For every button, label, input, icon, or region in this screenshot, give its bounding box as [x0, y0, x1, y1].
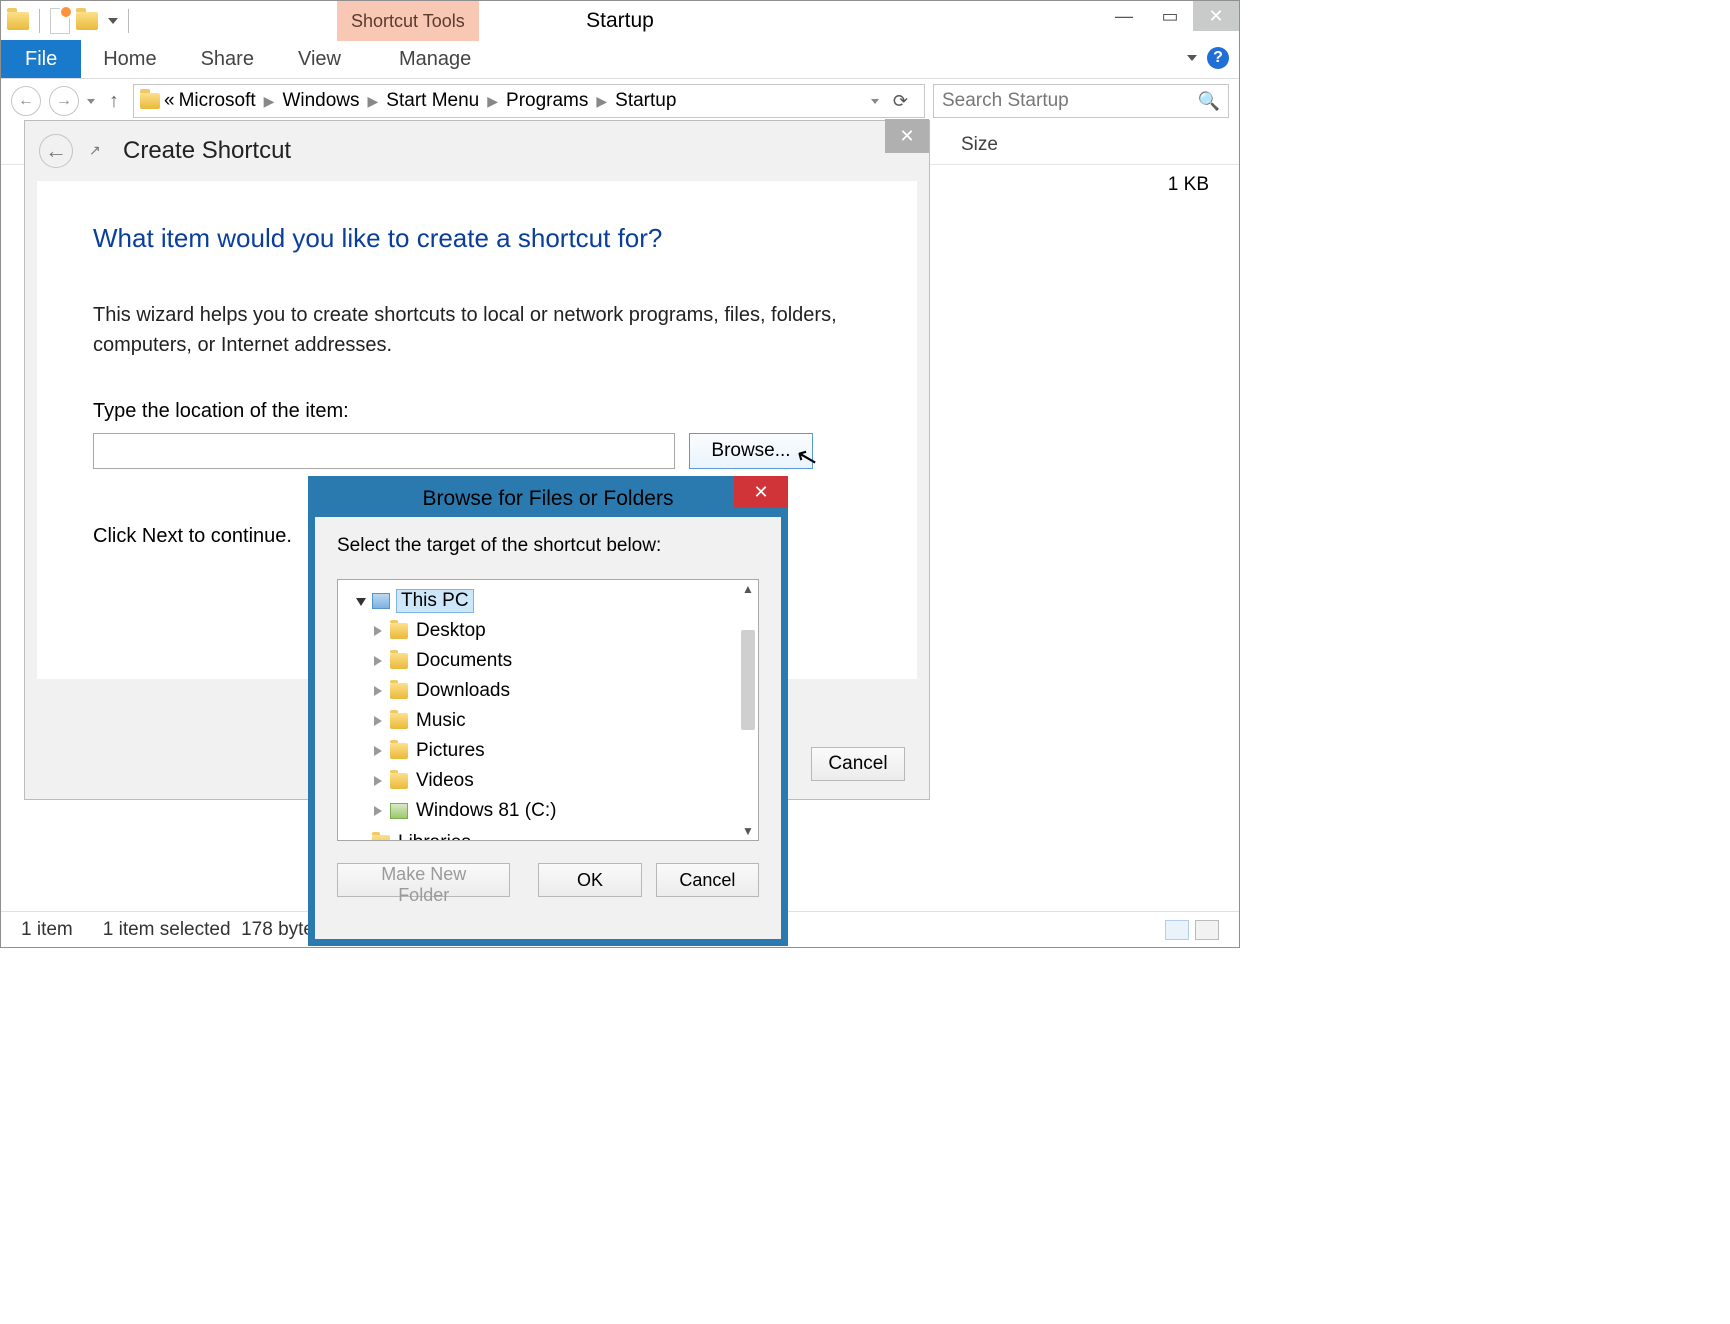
expand-icon[interactable]	[356, 598, 366, 608]
chevron-right-icon: ▶	[592, 93, 611, 110]
minimize-button[interactable]: —	[1101, 1, 1147, 31]
details-view-button[interactable]	[1165, 920, 1189, 940]
thumbnails-view-button[interactable]	[1195, 920, 1219, 940]
browse-title: Browse for Files or Folders	[315, 481, 781, 517]
forward-button[interactable]: →	[49, 86, 79, 116]
location-label: Type the location of the item:	[93, 400, 861, 423]
tree-scrollbar[interactable]: ▲ ▼	[738, 580, 758, 840]
wizard-header: ← ↗ Create Shortcut	[25, 121, 929, 181]
file-tab[interactable]: File	[1, 40, 81, 78]
folder-icon	[390, 773, 408, 789]
make-new-folder-button[interactable]: Make New Folder	[337, 863, 510, 897]
expand-icon[interactable]	[374, 746, 384, 756]
ribbon-collapse-icon[interactable]	[1187, 55, 1197, 61]
cancel-button[interactable]: Cancel	[656, 863, 759, 897]
pc-icon	[372, 593, 390, 609]
up-button[interactable]: ↑	[103, 90, 125, 112]
wizard-back-button[interactable]: ←	[39, 134, 73, 168]
tree-item-music[interactable]: Music	[342, 706, 754, 736]
tree-item-this-pc[interactable]: This PC	[342, 586, 754, 616]
manage-tab[interactable]: Manage	[377, 40, 493, 78]
scroll-down-icon[interactable]: ▼	[742, 824, 754, 838]
expand-icon[interactable]	[374, 806, 384, 816]
share-tab[interactable]: Share	[179, 40, 276, 78]
status-selected: 1 item selected 178 bytes	[103, 919, 324, 941]
tree-item-pictures[interactable]: Pictures	[342, 736, 754, 766]
tree-item-videos[interactable]: Videos	[342, 766, 754, 796]
folder-icon	[390, 713, 408, 729]
browse-close-button[interactable]: ✕	[734, 476, 788, 508]
scroll-thumb[interactable]	[741, 630, 755, 730]
browse-dialog: Browse for Files or Folders ✕ Select the…	[308, 476, 788, 946]
back-button[interactable]: ←	[11, 86, 41, 116]
libraries-icon	[372, 835, 390, 841]
chevron-right-icon: ▶	[483, 93, 502, 110]
contextual-tab-shortcut-tools: Shortcut Tools	[337, 1, 479, 41]
separator	[39, 9, 40, 33]
expand-icon[interactable]	[374, 716, 384, 726]
folder-icon	[390, 683, 408, 699]
titlebar: Shortcut Tools Startup — ▭ ✕	[1, 1, 1239, 41]
wizard-close-button[interactable]: ✕	[885, 119, 929, 153]
browse-button[interactable]: Browse...	[689, 433, 813, 469]
refresh-icon[interactable]: ⟳	[893, 91, 908, 112]
breadcrumb-overflow[interactable]: «	[164, 90, 175, 112]
breadcrumb-part[interactable]: Start Menu	[386, 90, 479, 112]
chevron-right-icon: ▶	[364, 93, 383, 110]
breadcrumb-part[interactable]: Programs	[506, 90, 588, 112]
tree-item-c-drive[interactable]: Windows 81 (C:)	[342, 796, 754, 826]
expand-icon[interactable]	[374, 776, 384, 786]
tree-item-libraries[interactable]: Libraries	[342, 828, 754, 841]
window-title: Startup	[1, 1, 1239, 41]
folder-icon[interactable]	[76, 12, 98, 30]
search-icon: 🔍	[1198, 91, 1220, 112]
tree-item-desktop[interactable]: Desktop	[342, 616, 754, 646]
expand-icon[interactable]	[374, 626, 384, 636]
breadcrumb-part[interactable]: Startup	[615, 90, 676, 112]
search-input[interactable]: Search Startup 🔍	[933, 84, 1229, 118]
tree-item-downloads[interactable]: Downloads	[342, 676, 754, 706]
window-controls: — ▭ ✕	[1101, 1, 1239, 31]
status-item-count: 1 item	[21, 919, 73, 941]
address-bar[interactable]: « Microsoft ▶ Windows ▶ Start Menu ▶ Pro…	[133, 84, 925, 118]
folder-icon	[390, 653, 408, 669]
shortcut-icon: ↗	[89, 142, 107, 160]
navigation-bar: ← → ↑ « Microsoft ▶ Windows ▶ Start Menu…	[1, 79, 1239, 123]
new-item-icon[interactable]	[50, 8, 70, 34]
separator	[128, 9, 129, 33]
home-tab[interactable]: Home	[81, 40, 178, 78]
qat-dropdown-icon[interactable]	[108, 18, 118, 24]
breadcrumb-part[interactable]: Windows	[282, 90, 359, 112]
close-button[interactable]: ✕	[1193, 1, 1239, 31]
ribbon-tabs: File Home Share View Manage ?	[1, 41, 1239, 79]
scroll-up-icon[interactable]: ▲	[742, 582, 754, 596]
location-input[interactable]	[93, 433, 675, 469]
search-placeholder: Search Startup	[942, 90, 1069, 112]
expand-icon[interactable]	[374, 686, 384, 696]
history-dropdown-icon[interactable]	[87, 99, 95, 104]
folder-icon	[390, 743, 408, 759]
wizard-cancel-button[interactable]: Cancel	[811, 747, 905, 781]
folder-tree: This PC Desktop Documents Downloads	[337, 579, 759, 841]
quick-access-toolbar	[1, 1, 133, 41]
folder-icon	[390, 623, 408, 639]
breadcrumb-part[interactable]: Microsoft	[179, 90, 256, 112]
view-tab[interactable]: View	[276, 40, 363, 78]
address-dropdown-icon[interactable]	[871, 99, 879, 104]
browse-instruction: Select the target of the shortcut below:	[337, 535, 759, 557]
maximize-button[interactable]: ▭	[1147, 1, 1193, 31]
folder-icon	[140, 93, 160, 109]
wizard-title: Create Shortcut	[123, 137, 291, 165]
expand-icon[interactable]	[374, 656, 384, 666]
chevron-right-icon: ▶	[260, 93, 279, 110]
help-icon[interactable]: ?	[1207, 47, 1229, 69]
ok-button[interactable]: OK	[538, 863, 641, 897]
wizard-heading: What item would you like to create a sho…	[93, 223, 861, 254]
folder-icon	[7, 12, 29, 30]
tree-item-documents[interactable]: Documents	[342, 646, 754, 676]
wizard-description: This wizard helps you to create shortcut…	[93, 300, 853, 360]
drive-icon	[390, 803, 408, 819]
